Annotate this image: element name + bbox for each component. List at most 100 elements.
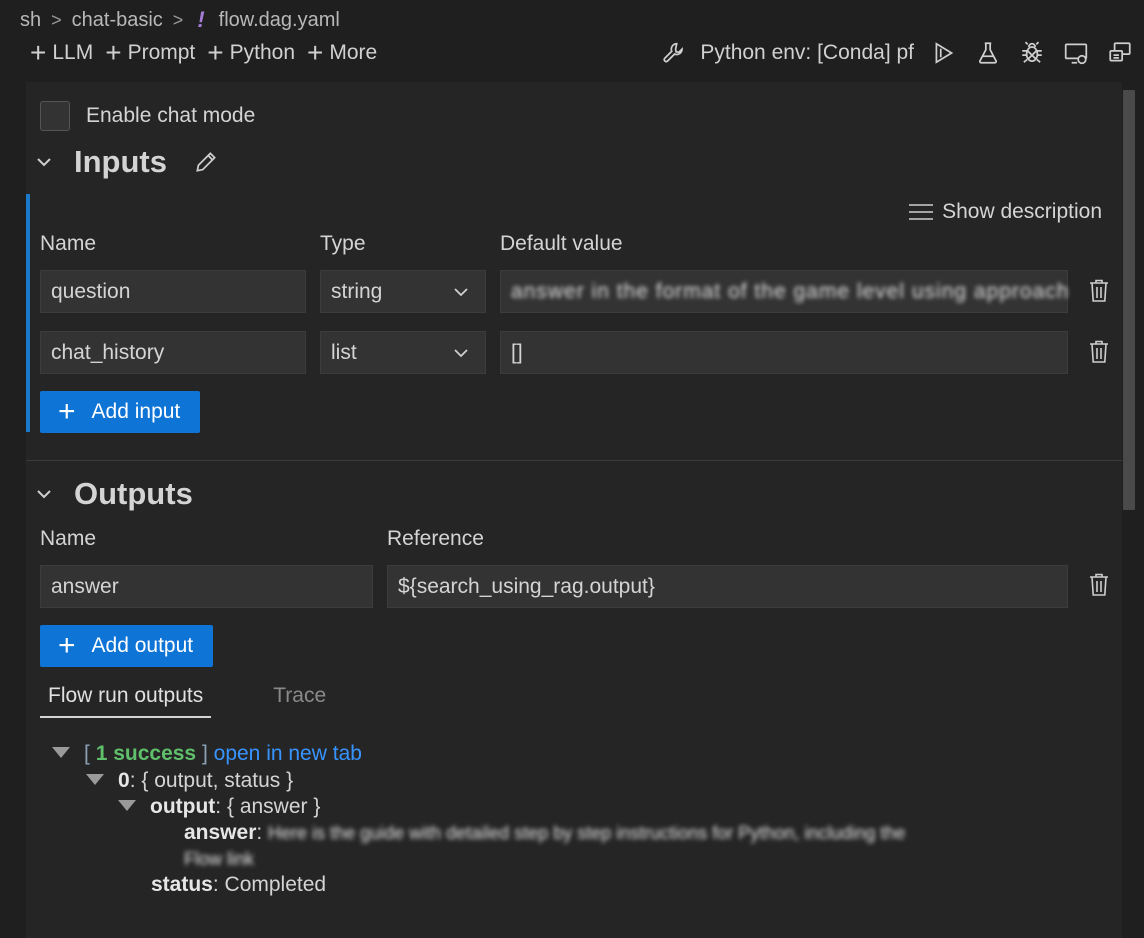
- add-prompt-label: Prompt: [127, 41, 196, 64]
- tree-item-status: status: Completed: [151, 873, 326, 897]
- pencil-icon[interactable]: [193, 149, 219, 175]
- plus-icon: +: [30, 37, 47, 68]
- plus-icon: +: [307, 37, 324, 68]
- tree-key: status: [151, 873, 213, 896]
- tab-flow-run-outputs[interactable]: Flow run outputs: [40, 684, 212, 718]
- input-name-field[interactable]: chat_history: [40, 331, 306, 374]
- add-input-label: Add input: [91, 400, 181, 423]
- breadcrumb-item-chat-basic[interactable]: chat-basic: [72, 9, 163, 32]
- add-python-label: Python: [229, 41, 296, 64]
- bracket-open: [: [84, 742, 90, 765]
- answer-value: Here is the guide with detailed step by …: [268, 823, 906, 843]
- chevron-down-icon[interactable]: [34, 484, 54, 504]
- output-reference-field[interactable]: ${search_using_rag.output}: [387, 565, 1068, 608]
- tree-key: 0: [118, 769, 130, 792]
- tree-item-output: output: { answer }: [118, 795, 320, 819]
- triangle-down-icon[interactable]: [86, 773, 104, 785]
- add-more-button[interactable]: + More: [307, 39, 377, 67]
- open-in-new-tab-link[interactable]: open in new tab: [214, 742, 362, 765]
- inputs-type-header: Type: [320, 232, 366, 255]
- add-prompt-button[interactable]: + Prompt: [105, 39, 195, 67]
- python-env-selector[interactable]: Python env: [Conda] pf: [700, 41, 914, 65]
- add-llm-button[interactable]: + LLM: [30, 39, 93, 67]
- breadcrumb: sh > chat-basic > ! flow.dag.yaml: [20, 6, 340, 34]
- input-name-value: chat_history: [51, 340, 165, 364]
- add-output-label: Add output: [91, 634, 194, 657]
- tab-trace[interactable]: Trace: [265, 684, 334, 718]
- yaml-file-icon: !: [197, 7, 205, 32]
- inputs-title: Inputs: [74, 144, 167, 179]
- tree-item-answer-cont: Flow link: [184, 847, 254, 871]
- flow-editor-window: sh > chat-basic > ! flow.dag.yaml + LLM +…: [0, 0, 1144, 938]
- chat-mode-checkbox[interactable]: [40, 101, 70, 131]
- outputs-name-header: Name: [40, 527, 97, 550]
- inputs-section-indicator: [26, 194, 30, 432]
- input-name-field[interactable]: question: [40, 270, 306, 313]
- outputs-header: Outputs: [34, 476, 193, 512]
- input-type-value: string: [331, 279, 383, 303]
- run-summary-row: [ 1 success ] open in new tab: [52, 742, 362, 766]
- output-name-value: answer: [51, 574, 119, 598]
- input-default-field[interactable]: []: [500, 331, 1068, 374]
- chevron-down-icon: [451, 343, 471, 363]
- inputs-name-header: Name: [40, 232, 97, 255]
- add-input-button[interactable]: + Add input: [40, 391, 201, 433]
- breadcrumb-item-file[interactable]: flow.dag.yaml: [219, 9, 340, 32]
- success-count: 1 success: [95, 742, 197, 765]
- outputs-reference-header: Reference: [387, 527, 484, 550]
- plus-icon: +: [105, 37, 122, 68]
- output-tabs: Flow run outputs Trace: [40, 684, 388, 718]
- tree-key: output: [150, 795, 216, 818]
- outputs-title: Outputs: [74, 476, 193, 511]
- menu-lines-icon: [908, 203, 934, 221]
- deploy-icon[interactable]: [1062, 39, 1090, 67]
- breadcrumb-item-sh[interactable]: sh: [20, 9, 41, 32]
- chat-mode-label: Enable chat mode: [86, 104, 256, 127]
- plus-icon: +: [58, 395, 76, 428]
- add-output-button[interactable]: + Add output: [40, 625, 214, 667]
- input-default-field[interactable]: answer in the format of the game level u…: [500, 270, 1068, 313]
- tree-key: answer: [184, 821, 257, 844]
- answer-value-cont: Flow link: [184, 849, 255, 869]
- show-description-button[interactable]: Show description: [908, 200, 1102, 224]
- plus-icon: +: [58, 629, 76, 662]
- section-divider: [26, 460, 1122, 461]
- chevron-down-icon: [451, 282, 471, 302]
- input-default-value: answer in the format of the game level u…: [511, 279, 1067, 303]
- add-more-label: More: [329, 41, 378, 64]
- trash-icon[interactable]: [1087, 339, 1111, 365]
- show-description-label: Show description: [942, 200, 1102, 223]
- debug-icon[interactable]: [1018, 39, 1046, 67]
- chevron-right-icon: >: [172, 9, 184, 30]
- chevron-right-icon: >: [51, 9, 62, 30]
- status-value: : Completed: [212, 873, 327, 896]
- layout-icon[interactable]: [1106, 39, 1134, 67]
- chat-mode-row: Enable chat mode: [40, 101, 255, 131]
- triangle-down-icon[interactable]: [118, 799, 136, 811]
- plus-icon: +: [207, 37, 224, 68]
- inputs-default-header: Default value: [500, 232, 623, 255]
- chevron-down-icon[interactable]: [34, 152, 54, 172]
- test-icon[interactable]: [974, 39, 1002, 67]
- tree-item-0: 0: { output, status }: [86, 769, 293, 793]
- output-reference-value: ${search_using_rag.output}: [398, 574, 655, 598]
- wrench-icon[interactable]: [660, 39, 688, 67]
- input-default-value: []: [511, 340, 523, 364]
- input-type-value: list: [331, 340, 357, 364]
- triangle-down-icon[interactable]: [52, 746, 70, 758]
- add-llm-label: LLM: [52, 41, 94, 64]
- inputs-header: Inputs: [34, 144, 219, 180]
- trash-icon[interactable]: [1087, 572, 1111, 598]
- add-python-button[interactable]: + Python: [207, 39, 295, 67]
- input-type-select[interactable]: list: [320, 331, 486, 374]
- bracket-close: ]: [201, 742, 208, 765]
- run-icon[interactable]: [930, 39, 958, 67]
- output-name-field[interactable]: answer: [40, 565, 373, 608]
- input-type-select[interactable]: string: [320, 270, 486, 313]
- scrollbar-thumb[interactable]: [1123, 90, 1135, 510]
- trash-icon[interactable]: [1087, 278, 1111, 304]
- flow-toolbar: + LLM + Prompt + Python + More Python env: […: [30, 36, 1144, 70]
- tree-item-answer: answer: Here is the guide with detailed …: [184, 821, 906, 844]
- tree-summary: : { answer }: [215, 795, 321, 818]
- input-name-value: question: [51, 279, 131, 303]
